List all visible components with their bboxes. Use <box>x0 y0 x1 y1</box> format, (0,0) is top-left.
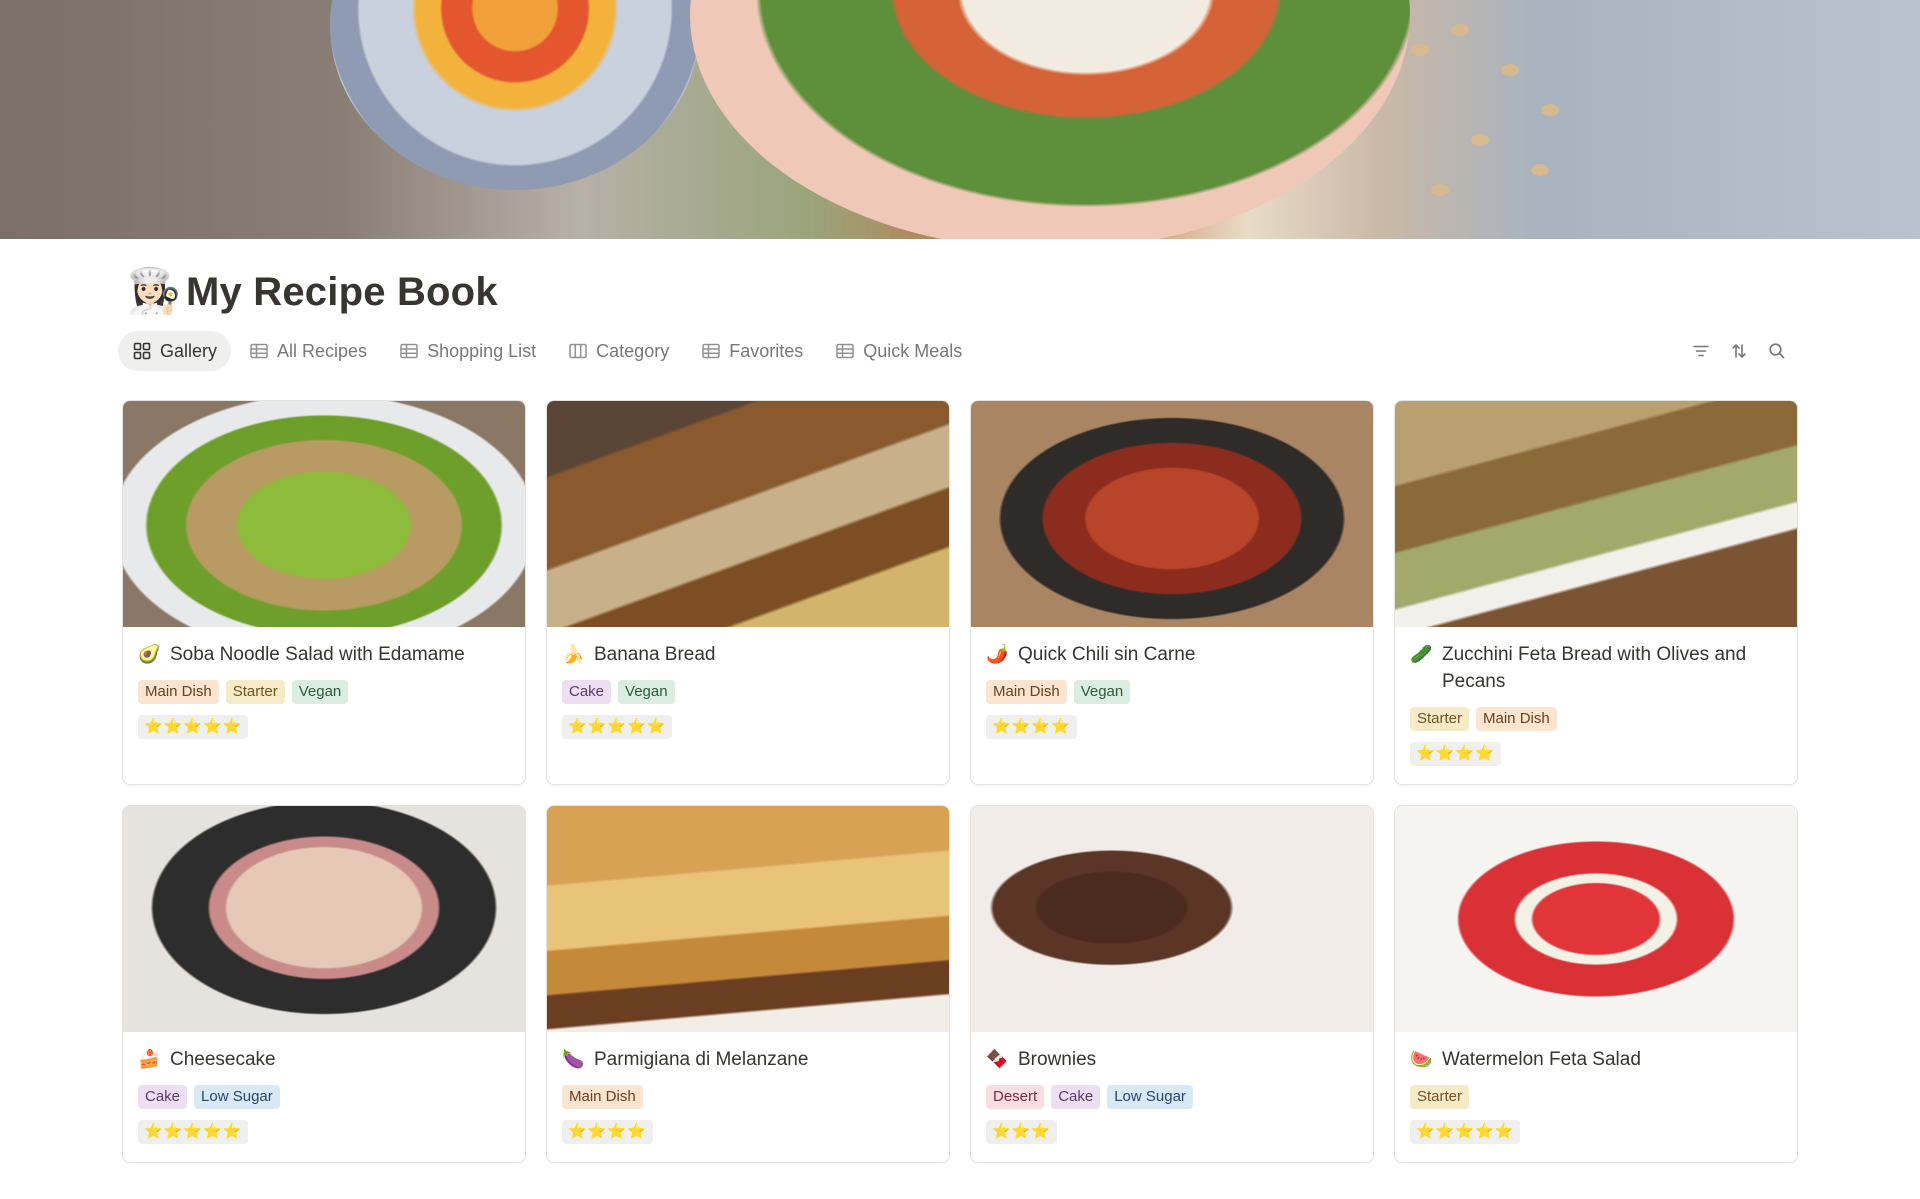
view-tabs: Gallery All Recipes Shopping List Catego… <box>118 331 976 371</box>
recipe-card-banana-bread[interactable]: 🍌 Banana Bread Cake Vegan ⭐⭐⭐⭐⭐ <box>546 400 950 785</box>
page-header: 👩🏻‍🍳 My Recipe Book <box>126 262 498 322</box>
tag-starter: Starter <box>1410 1085 1470 1109</box>
tag-list: Starter Main Dish <box>1410 707 1782 731</box>
tag-list: Starter <box>1410 1085 1782 1109</box>
recipe-image <box>547 401 949 627</box>
sort-icon <box>1732 344 1746 358</box>
table-icon <box>400 343 418 359</box>
tag-list: Main Dish <box>562 1085 934 1109</box>
watermelon-icon: 🍉 <box>1410 1049 1433 1069</box>
recipe-card-parmigiana[interactable]: 🍆 Parmigiana di Melanzane Main Dish ⭐⭐⭐⭐ <box>546 805 950 1163</box>
eggplant-icon: 🍆 <box>562 1049 585 1069</box>
tab-shopping-list[interactable]: Shopping List <box>385 331 550 371</box>
star-rating: ⭐⭐⭐⭐ <box>562 1120 653 1144</box>
tag-desert: Desert <box>986 1085 1045 1109</box>
tab-label: Favorites <box>729 340 804 361</box>
tag-cake: Cake <box>1051 1085 1101 1109</box>
avocado-icon: 🥑 <box>138 644 161 664</box>
sort-button[interactable] <box>1728 340 1750 362</box>
tab-category[interactable]: Category <box>554 331 683 371</box>
recipe-title: Banana Bread <box>594 644 716 665</box>
recipe-image <box>971 806 1373 1032</box>
page-title[interactable]: My Recipe Book <box>186 270 498 315</box>
tomato-bowl-illustration <box>330 0 700 190</box>
tag-vegan: Vegan <box>1073 680 1131 704</box>
tag-starter: Starter <box>225 680 285 704</box>
recipe-card-soba-noodle-salad[interactable]: 🥑 Soba Noodle Salad with Edamame Main Di… <box>122 400 526 785</box>
recipe-title: Cheesecake <box>170 1049 276 1070</box>
tag-main-dish: Main Dish <box>1476 707 1557 731</box>
chocolate-icon: 🍫 <box>986 1049 1009 1069</box>
tag-list: Main Dish Starter Vegan <box>138 680 510 704</box>
recipe-image <box>123 806 525 1032</box>
tag-list: Cake Low Sugar <box>138 1085 510 1109</box>
tag-low-sugar: Low Sugar <box>1107 1085 1193 1109</box>
tab-label: Quick Meals <box>863 340 963 361</box>
recipe-image <box>123 401 525 627</box>
recipe-title: Brownies <box>1018 1049 1097 1070</box>
search-button[interactable] <box>1766 340 1788 362</box>
recipe-title: Watermelon Feta Salad <box>1442 1049 1641 1070</box>
star-rating: ⭐⭐⭐⭐ <box>986 715 1077 739</box>
tab-label: Category <box>596 340 670 361</box>
filter-button[interactable] <box>1690 340 1712 362</box>
tab-label: Shopping List <box>427 340 537 361</box>
recipe-card-watermelon-feta-salad[interactable]: 🍉 Watermelon Feta Salad Starter ⭐⭐⭐⭐⭐ <box>1394 805 1798 1163</box>
banana-icon: 🍌 <box>562 644 585 664</box>
table-icon <box>836 343 854 359</box>
recipe-title: Zucchini Feta Bread with Olives and Peca… <box>1442 644 1747 692</box>
recipe-card-cheesecake[interactable]: 🍰 Cheesecake Cake Low Sugar ⭐⭐⭐⭐⭐ <box>122 805 526 1163</box>
star-rating: ⭐⭐⭐ <box>986 1120 1058 1144</box>
recipe-card-brownies[interactable]: 🍫 Brownies Desert Cake Low Sugar ⭐⭐⭐ <box>970 805 1374 1163</box>
recipe-image <box>547 806 949 1032</box>
recipe-image <box>971 401 1373 627</box>
cake-slice-icon: 🍰 <box>138 1049 161 1069</box>
recipe-title: Soba Noodle Salad with Edamame <box>170 644 465 665</box>
recipe-title: Parmigiana di Melanzane <box>594 1049 809 1070</box>
cover-image <box>0 0 1920 239</box>
tag-vegan: Vegan <box>618 680 675 704</box>
star-rating: ⭐⭐⭐⭐ <box>1410 742 1501 766</box>
tag-list: Main Dish Vegan <box>986 680 1358 704</box>
star-rating: ⭐⭐⭐⭐⭐ <box>138 1120 249 1144</box>
tag-cake: Cake <box>138 1085 188 1109</box>
tab-all-recipes[interactable]: All Recipes <box>235 331 381 371</box>
gallery-grid-icon <box>133 342 151 360</box>
recipe-card-chili-sin-carne[interactable]: 🌶️ Quick Chili sin Carne Main Dish Vegan… <box>970 400 1374 785</box>
pine-nuts-illustration <box>1400 10 1600 230</box>
chili-pepper-icon: 🌶️ <box>986 644 1009 664</box>
table-icon <box>250 343 268 359</box>
gallery-grid: 🥑 Soba Noodle Salad with Edamame Main Di… <box>122 400 1798 1163</box>
view-toolbar <box>1690 340 1788 362</box>
search-icon <box>1769 343 1785 359</box>
tag-main-dish: Main Dish <box>138 680 219 704</box>
tag-cake: Cake <box>562 680 612 704</box>
recipe-image <box>1395 401 1797 627</box>
tab-quick-meals[interactable]: Quick Meals <box>821 331 976 371</box>
tag-list: Desert Cake Low Sugar <box>986 1085 1358 1109</box>
tab-gallery[interactable]: Gallery <box>118 331 232 371</box>
star-rating: ⭐⭐⭐⭐⭐ <box>138 715 249 739</box>
star-rating: ⭐⭐⭐⭐⭐ <box>1410 1120 1521 1144</box>
salmon-plate-illustration <box>690 0 1410 239</box>
tag-vegan: Vegan <box>291 680 349 704</box>
tag-list: Cake Vegan <box>562 680 934 704</box>
star-rating: ⭐⭐⭐⭐⭐ <box>562 715 673 739</box>
tag-low-sugar: Low Sugar <box>194 1085 280 1109</box>
board-icon <box>569 343 587 359</box>
filter-icon <box>1693 345 1709 357</box>
tag-main-dish: Main Dish <box>986 680 1067 704</box>
recipe-image <box>1395 806 1797 1032</box>
chef-icon[interactable]: 👩🏻‍🍳 <box>126 270 182 314</box>
tab-label: Gallery <box>160 340 218 361</box>
tag-starter: Starter <box>1410 707 1470 731</box>
tab-favorites[interactable]: Favorites <box>687 331 817 371</box>
tab-label: All Recipes <box>277 340 368 361</box>
cucumber-icon: 🥒 <box>1410 644 1433 664</box>
recipe-title: Quick Chili sin Carne <box>1018 644 1196 665</box>
tag-main-dish: Main Dish <box>562 1085 643 1109</box>
table-icon <box>702 343 720 359</box>
recipe-card-zucchini-feta-bread[interactable]: 🥒 Zucchini Feta Bread with Olives and Pe… <box>1394 400 1798 785</box>
